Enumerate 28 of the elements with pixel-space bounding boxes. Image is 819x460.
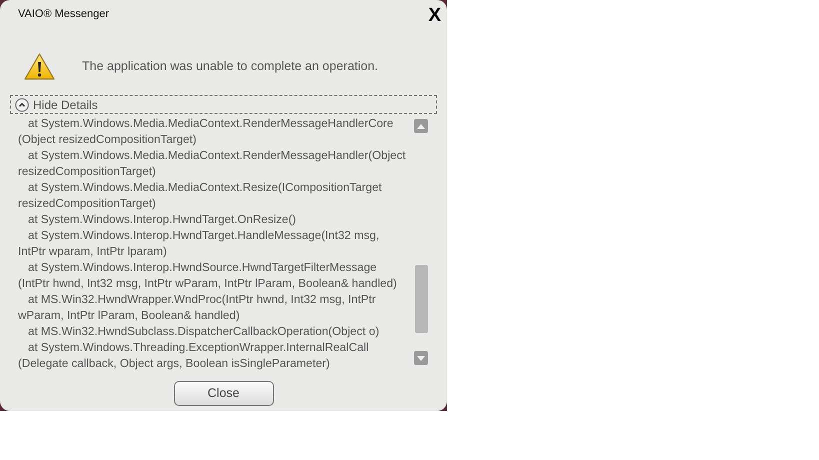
scroll-up-button[interactable] <box>414 119 428 133</box>
stack-trace-line: at System.Windows.Threading.ExceptionWrapper.InternalRealCall <box>27 340 370 356</box>
warning-icon <box>24 52 55 80</box>
window-title: VAIO® Messenger <box>18 7 110 22</box>
stack-trace-line: at System.Windows.Media.MediaContext.RenderMessageHandlerCore <box>27 116 394 132</box>
scroll-down-button[interactable] <box>414 351 428 365</box>
stack-trace-line: at MS.Win32.HwndWrapper.WndProc(IntPtr hwnd, Int32 msg, IntPtr <box>27 292 377 308</box>
error-message: The application was unable to complete an operation. <box>82 58 378 75</box>
details-toggle[interactable]: Hide Details <box>10 95 437 114</box>
stack-trace-line: at System.Windows.Interop.HwndTarget.OnResize() <box>27 212 298 228</box>
close-button[interactable]: X <box>428 6 441 25</box>
stack-trace-line: at MS.Win32.HwndSubclass.DispatcherCallbackOperation(Object o) <box>27 324 380 340</box>
down-arrow-icon <box>417 356 425 360</box>
stack-trace-line: IntPtr wparam, IntPtr lparam) <box>18 244 168 260</box>
stack-trace-line: at System.Windows.Interop.HwndTarget.HandleMessage(Int32 msg, <box>27 228 380 244</box>
scroll-thumb[interactable] <box>414 265 428 333</box>
stack-trace-line: at System.Windows.Interop.HwndSource.HwndTargetFilterMessage <box>27 260 378 276</box>
chevron-icon <box>15 98 29 112</box>
stack-trace-line: wParam, IntPtr lParam, Boolean& handled) <box>18 308 241 324</box>
close-button[interactable]: Close <box>174 381 274 406</box>
stack-trace-line: (Delegate callback, Object args, Boolean isSingleParameter) <box>18 356 331 372</box>
stack-trace-line: (Object resizedCompositionTarget) <box>18 132 198 148</box>
up-arrow-icon <box>417 124 425 128</box>
stack-trace-line: resizedCompositionTarget) <box>18 196 157 212</box>
stack-trace-line: at System.Windows.Media.MediaContext.RenderMessageHandler(Object <box>27 148 407 164</box>
stack-trace-line: (IntPtr hwnd, Int32 msg, IntPtr wParam, IntPtr lParam, Boolean& handled) <box>18 276 398 292</box>
stack-trace-line: resizedCompositionTarget) <box>18 164 157 180</box>
stack-trace-line: at System.Windows.Media.MediaContext.Resize(ICompositionTarget <box>27 180 383 196</box>
